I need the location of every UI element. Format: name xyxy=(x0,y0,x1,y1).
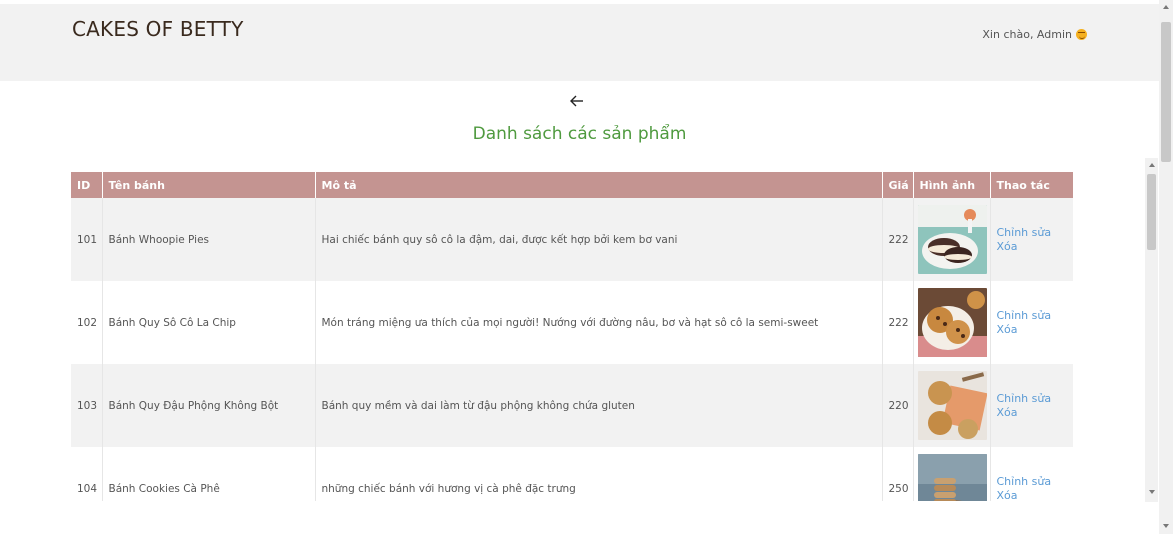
product-image xyxy=(917,205,987,274)
cell-price: 220 xyxy=(882,364,914,447)
page-scrollbar[interactable] xyxy=(1159,0,1173,534)
cell-description: Hai chiếc bánh quy sô cô la đậm, dai, đư… xyxy=(315,198,883,281)
edit-link[interactable]: Chỉnh sửa xyxy=(997,475,1067,489)
cell-image xyxy=(913,447,991,501)
product-table-container: ID Tên bánh Mô tả Giá Hình ảnh Thao tác … xyxy=(71,172,1073,501)
cell-name: Bánh Whoopie Pies xyxy=(102,198,316,281)
cell-name: Bánh Quy Đậu Phộng Không Bột xyxy=(102,364,316,447)
page-scroll-up-arrow-icon[interactable] xyxy=(1163,5,1169,9)
product-image xyxy=(917,288,987,357)
user-greeting[interactable]: Xin chào, Admin xyxy=(982,28,1087,41)
cell-name: Bánh Cookies Cà Phê xyxy=(102,447,316,501)
edit-link[interactable]: Chỉnh sửa xyxy=(997,309,1067,323)
cell-image xyxy=(913,198,991,281)
cell-description: những chiếc bánh với hương vị cà phê đặc… xyxy=(315,447,883,501)
table-row: 101 Bánh Whoopie Pies Hai chiếc bánh quy… xyxy=(71,198,1073,281)
cell-description: Món tráng miệng ưa thích của mọi người! … xyxy=(315,281,883,364)
delete-link[interactable]: Xóa xyxy=(997,323,1067,337)
arrow-left-icon[interactable] xyxy=(568,92,586,110)
cell-actions: Chỉnh sửa Xóa xyxy=(990,447,1073,501)
cell-price: 222 xyxy=(882,281,914,364)
page-title: Danh sách các sản phẩm xyxy=(472,124,687,144)
page-scroll-down-arrow-icon[interactable] xyxy=(1163,524,1169,528)
col-header-image: Hình ảnh xyxy=(913,172,991,198)
table-row: 102 Bánh Quy Sô Cô La Chip Món tráng miệ… xyxy=(71,281,1073,364)
table-row: 103 Bánh Quy Đậu Phộng Không Bột Bánh qu… xyxy=(71,364,1073,447)
cell-actions: Chỉnh sửa Xóa xyxy=(990,281,1073,364)
cell-id: 102 xyxy=(71,281,103,364)
table-header-row: ID Tên bánh Mô tả Giá Hình ảnh Thao tác xyxy=(71,172,1073,198)
col-header-actions: Thao tác xyxy=(990,172,1073,198)
scroll-down-arrow-icon[interactable] xyxy=(1148,490,1155,494)
delete-link[interactable]: Xóa xyxy=(997,406,1067,420)
col-header-description: Mô tả xyxy=(315,172,883,198)
page-scrollbar-thumb[interactable] xyxy=(1161,22,1171,162)
delete-link[interactable]: Xóa xyxy=(997,489,1067,502)
header: CAKES OF BETTY Xin chào, Admin xyxy=(0,4,1159,81)
product-image xyxy=(917,454,987,501)
col-header-price: Giá xyxy=(882,172,914,198)
cell-description: Bánh quy mềm và dai làm từ đậu phộng khô… xyxy=(315,364,883,447)
table-scrollbar-thumb[interactable] xyxy=(1147,174,1156,250)
greeting-text: Xin chào, Admin xyxy=(982,28,1072,41)
page: CAKES OF BETTY Xin chào, Admin Danh sách… xyxy=(0,0,1173,534)
scroll-up-arrow-icon[interactable] xyxy=(1148,163,1155,167)
cell-image xyxy=(913,281,991,364)
brand-logo[interactable]: CAKES OF BETTY xyxy=(72,17,244,41)
edit-link[interactable]: Chỉnh sửa xyxy=(997,392,1067,406)
cell-id: 101 xyxy=(71,198,103,281)
product-table: ID Tên bánh Mô tả Giá Hình ảnh Thao tác … xyxy=(71,172,1073,501)
cell-actions: Chỉnh sửa Xóa xyxy=(990,364,1073,447)
cell-price: 222 xyxy=(882,198,914,281)
table-row: 104 Bánh Cookies Cà Phê những chiếc bánh… xyxy=(71,447,1073,501)
cell-image xyxy=(913,364,991,447)
col-header-id: ID xyxy=(71,172,103,198)
table-scrollbar[interactable] xyxy=(1145,158,1158,502)
smile-emoji-icon xyxy=(1076,29,1087,40)
product-image xyxy=(917,371,987,440)
cell-actions: Chỉnh sửa Xóa xyxy=(990,198,1073,281)
edit-link[interactable]: Chỉnh sửa xyxy=(997,226,1067,240)
cell-id: 103 xyxy=(71,364,103,447)
col-header-name: Tên bánh xyxy=(102,172,316,198)
delete-link[interactable]: Xóa xyxy=(997,240,1067,254)
cell-name: Bánh Quy Sô Cô La Chip xyxy=(102,281,316,364)
cell-price: 250 xyxy=(882,447,914,501)
cell-id: 104 xyxy=(71,447,103,501)
